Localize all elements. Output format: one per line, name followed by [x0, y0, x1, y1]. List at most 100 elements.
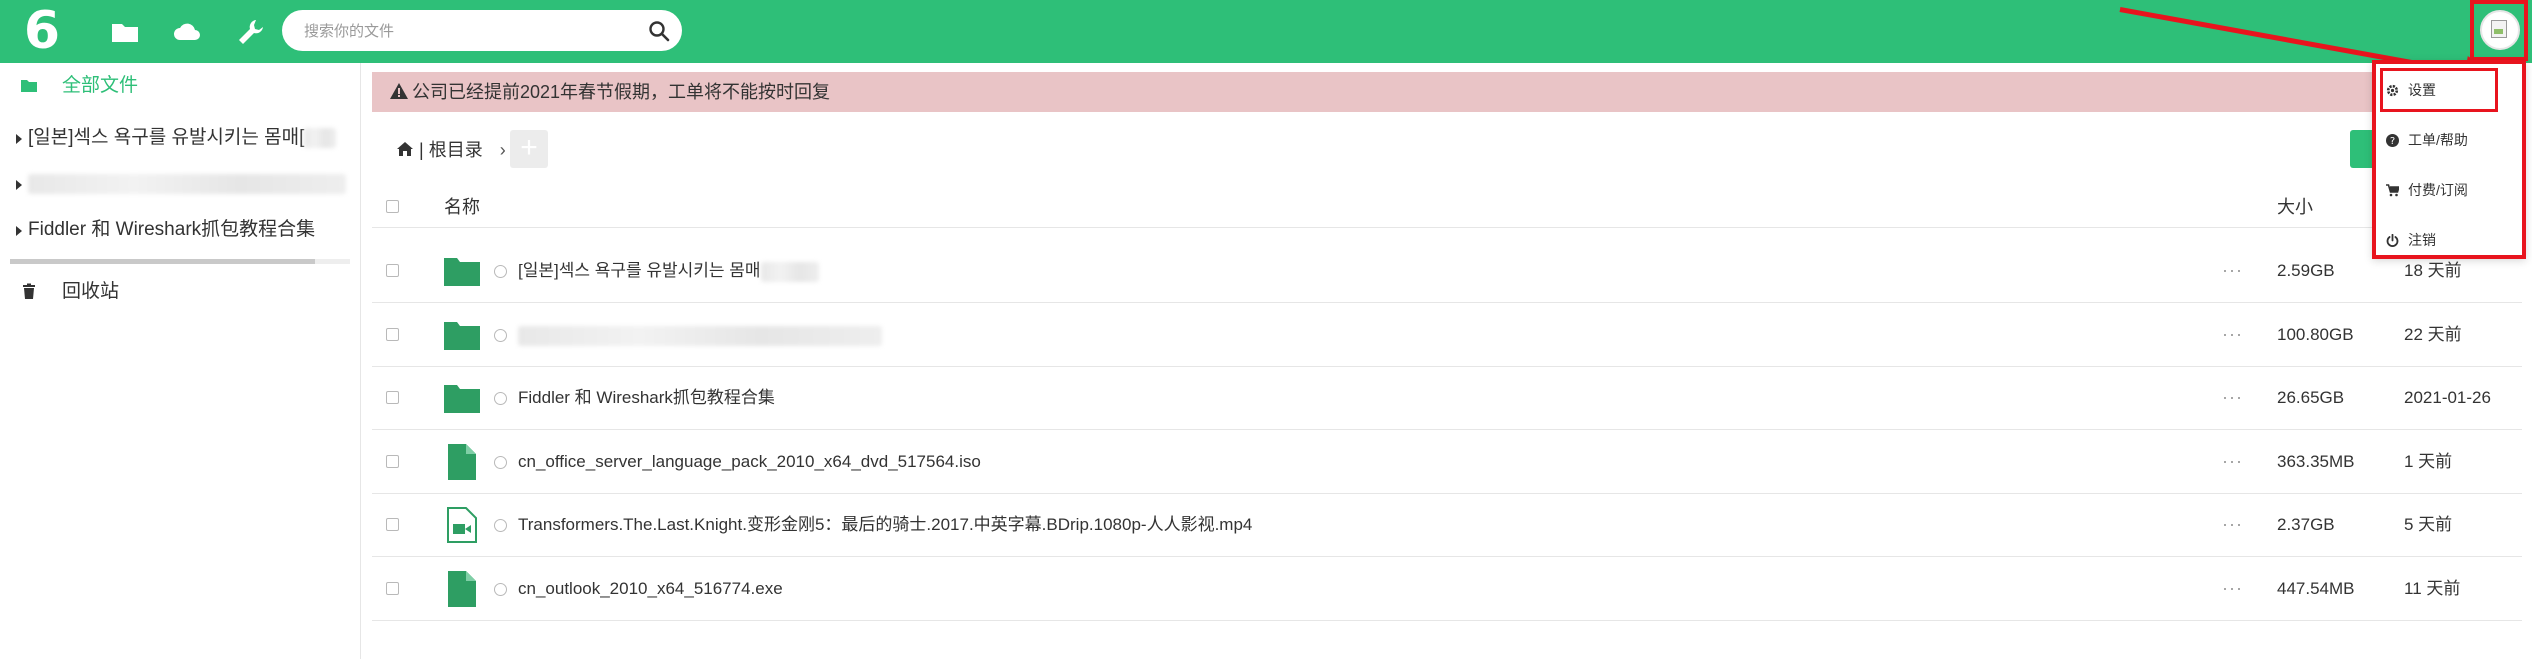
more-actions-button[interactable]: ··· [2222, 430, 2243, 493]
sidebar-tree-item[interactable]: [일본]섹스 욕구를 유발시키는 몸매[ [0, 115, 360, 161]
svg-text:?: ? [2390, 136, 2395, 147]
caret-right-icon[interactable] [16, 180, 22, 190]
row-checkbox[interactable] [386, 391, 399, 404]
table-row[interactable]: Fiddler 和 Wireshark抓包教程合集 ··· 26.65GB 20… [372, 366, 2522, 430]
menu-item-help[interactable]: ? 工单/帮助 [2386, 120, 2506, 160]
row-radio[interactable] [494, 519, 507, 532]
file-name[interactable] [518, 303, 882, 366]
redacted-text [760, 261, 819, 282]
row-checkbox[interactable] [386, 582, 399, 595]
menu-item-logout[interactable]: 注销 [2386, 220, 2506, 260]
table-row[interactable]: cn_office_server_language_pack_2010_x64_… [372, 430, 2522, 494]
more-actions-button[interactable]: ··· [2222, 239, 2243, 302]
more-actions-button[interactable]: ··· [2222, 557, 2243, 620]
tree-item-label: [일본]섹스 욕구를 유발시키는 몸매[ [28, 127, 305, 148]
row-radio[interactable] [494, 329, 507, 342]
question-icon: ? [2386, 134, 2399, 147]
cart-icon [2386, 184, 2399, 197]
row-radio[interactable] [494, 456, 507, 469]
menu-item-billing[interactable]: 付费/订阅 [2386, 170, 2506, 210]
menu-item-label: 注销 [2408, 232, 2436, 248]
caret-right-icon[interactable] [16, 226, 22, 236]
column-header-size[interactable]: 大小 [2277, 195, 2313, 219]
caret-right-icon[interactable] [16, 134, 22, 144]
file-date: 22 天前 [2404, 325, 2462, 344]
upload-button[interactable] [2350, 130, 2372, 168]
table-header: 名称 大小 [372, 187, 2522, 228]
power-icon [2386, 234, 2399, 247]
menu-item-settings[interactable]: 设置 [2386, 70, 2506, 110]
warning-icon [390, 83, 408, 99]
table-row[interactable]: [일본]섹스 욕구를 유발시키는 몸매 ··· 2.59GB 18 天前 [372, 239, 2522, 303]
search-icon[interactable] [648, 20, 670, 42]
file-name[interactable]: cn_office_server_language_pack_2010_x64_… [518, 430, 981, 493]
file-date: 5 天前 [2404, 515, 2453, 534]
row-checkbox[interactable] [386, 455, 399, 468]
sidebar-item-label: 全部文件 [62, 75, 139, 96]
top-bar: 6 [0, 0, 2532, 63]
file-size: 2.59GB [2277, 261, 2335, 280]
folder-icon[interactable] [110, 17, 140, 47]
folder-icon [21, 80, 37, 92]
row-radio[interactable] [494, 583, 507, 596]
notice-text: 公司已经提前2021年春节假期，工单将不能按时回复 [412, 82, 831, 102]
search-input[interactable] [302, 10, 626, 53]
more-actions-button[interactable]: ··· [2222, 303, 2243, 366]
app-logo[interactable]: 6 [22, 4, 62, 58]
gear-icon [2386, 84, 2399, 97]
sidebar-tree-item[interactable]: Fiddler 和 Wireshark抓包教程合集 [0, 207, 360, 253]
column-header-name[interactable]: 名称 [444, 195, 480, 219]
file-name[interactable]: Fiddler 和 Wireshark抓包教程合集 [518, 366, 775, 429]
scrollbar-thumb[interactable] [10, 259, 315, 264]
wrench-icon[interactable] [236, 17, 266, 47]
file-date: 1 天前 [2404, 452, 2453, 471]
tree-item-label: Fiddler 和 Wireshark抓包教程合集 [28, 219, 316, 240]
redacted-text [28, 173, 346, 194]
file-size: 100.80GB [2277, 325, 2354, 344]
file-name[interactable]: [일본]섹스 욕구를 유발시키는 몸매 [518, 239, 819, 302]
breadcrumb-root[interactable]: | 根目录 [419, 140, 483, 160]
more-actions-button[interactable]: ··· [2222, 493, 2243, 556]
chevron-right-icon: › [499, 140, 506, 160]
file-name[interactable]: cn_outlook_2010_x64_516774.exe [518, 557, 783, 620]
notice-banner: 公司已经提前2021年春节假期，工单将不能按时回复 [372, 72, 2522, 112]
select-all-checkbox[interactable] [386, 200, 399, 213]
cloud-icon[interactable] [172, 17, 202, 47]
file-size: 447.54MB [2277, 579, 2355, 598]
table-row[interactable]: ··· 100.80GB 22 天前 [372, 303, 2522, 367]
file-icon [448, 444, 476, 480]
sidebar-scrollbar[interactable] [10, 259, 350, 264]
file-name-text: [일본]섹스 욕구를 유발시키는 몸매 [518, 261, 761, 280]
sidebar: 全部文件 [일본]섹스 욕구를 유발시키는 몸매[ Fiddler 和 Wire… [0, 63, 361, 659]
menu-item-label: 工单/帮助 [2408, 132, 2468, 148]
menu-item-label: 设置 [2408, 82, 2436, 98]
row-radio[interactable] [494, 265, 507, 278]
breadcrumb: | 根目录 › [396, 138, 506, 162]
add-button[interactable]: + [510, 130, 548, 168]
table-row[interactable]: Transformers.The.Last.Knight.变形金刚5：最后的骑士… [372, 493, 2522, 557]
folder-icon [444, 258, 480, 286]
trash-icon [23, 283, 35, 299]
sidebar-item-all-files[interactable]: 全部文件 [0, 63, 360, 109]
row-radio[interactable] [494, 392, 507, 405]
user-menu: 设置 ? 工单/帮助 付费/订阅 注销 [2372, 60, 2526, 259]
table-row[interactable]: cn_outlook_2010_x64_516774.exe ··· 447.5… [372, 557, 2522, 621]
row-checkbox[interactable] [386, 328, 399, 341]
row-checkbox[interactable] [386, 518, 399, 531]
avatar[interactable] [2480, 10, 2520, 50]
folder-icon [444, 322, 480, 350]
sidebar-item-trash[interactable]: 回收站 [0, 269, 360, 315]
sidebar-item-label: 回收站 [62, 281, 120, 302]
file-icon [448, 571, 476, 607]
folder-icon [444, 385, 480, 413]
redacted-text [518, 325, 882, 346]
file-size: 26.65GB [2277, 388, 2345, 407]
search-box [282, 10, 682, 53]
file-name[interactable]: Transformers.The.Last.Knight.变形金刚5：最后的骑士… [518, 493, 1252, 556]
sidebar-tree-item[interactable] [0, 161, 360, 207]
more-actions-button[interactable]: ··· [2222, 366, 2243, 429]
file-date: 11 天前 [2404, 579, 2461, 598]
row-checkbox[interactable] [386, 264, 399, 277]
broken-image-icon [2491, 20, 2507, 38]
home-icon[interactable] [396, 141, 414, 157]
